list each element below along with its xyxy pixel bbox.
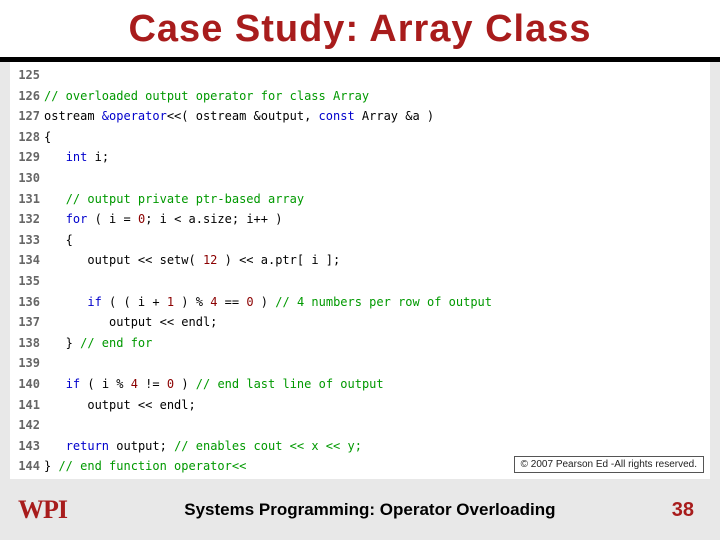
code-lines: // overloaded output operator for class … [44,65,710,477]
line-number: 131 [10,189,40,210]
line-number: 144 [10,456,40,477]
code-line [44,168,710,189]
code-line: { [44,230,710,251]
code-line [44,271,710,292]
code-line: output << setw( 12 ) << a.ptr[ i ]; [44,250,710,271]
wpi-logo: WPI [18,495,108,525]
line-number: 137 [10,312,40,333]
code-line [44,415,710,436]
code-line: { [44,127,710,148]
code-line: if ( ( i + 1 ) % 4 == 0 ) // 4 numbers p… [44,292,710,313]
line-number: 129 [10,147,40,168]
footer-title: Systems Programming: Operator Overloadin… [108,500,672,520]
line-number: 141 [10,395,40,416]
code-area: 1251261271281291301311321331341351361371… [10,62,710,479]
code-line [44,353,710,374]
code-line: output << endl; [44,395,710,416]
line-number: 125 [10,65,40,86]
line-number: 130 [10,168,40,189]
code-line [44,65,710,86]
line-number: 127 [10,106,40,127]
code-line: int i; [44,147,710,168]
code-line: // output private ptr-based array [44,189,710,210]
line-number: 143 [10,436,40,457]
line-number: 138 [10,333,40,354]
line-number: 136 [10,292,40,313]
line-number: 140 [10,374,40,395]
code-line: output << endl; [44,312,710,333]
code-line: for ( i = 0; i < a.size; i++ ) [44,209,710,230]
line-number-gutter: 1251261271281291301311321331341351361371… [10,65,44,477]
line-number: 132 [10,209,40,230]
copyright-label: © 2007 Pearson Ed -All rights reserved. [514,456,704,473]
line-number: 135 [10,271,40,292]
slide-title: Case Study: Array Class [20,8,700,51]
code-line: ostream &operator<<( ostream &output, co… [44,106,710,127]
line-number: 142 [10,415,40,436]
page-number: 38 [672,499,694,522]
code-line: return output; // enables cout << x << y… [44,436,710,457]
line-number: 133 [10,230,40,251]
code-line: // overloaded output operator for class … [44,86,710,107]
line-number: 139 [10,353,40,374]
code-line: } // end for [44,333,710,354]
title-bar: Case Study: Array Class [0,0,720,62]
line-number: 128 [10,127,40,148]
code-table: 1251261271281291301311321331341351361371… [10,62,710,477]
footer: WPI Systems Programming: Operator Overlo… [0,480,720,540]
line-number: 134 [10,250,40,271]
code-line: if ( i % 4 != 0 ) // end last line of ou… [44,374,710,395]
line-number: 126 [10,86,40,107]
